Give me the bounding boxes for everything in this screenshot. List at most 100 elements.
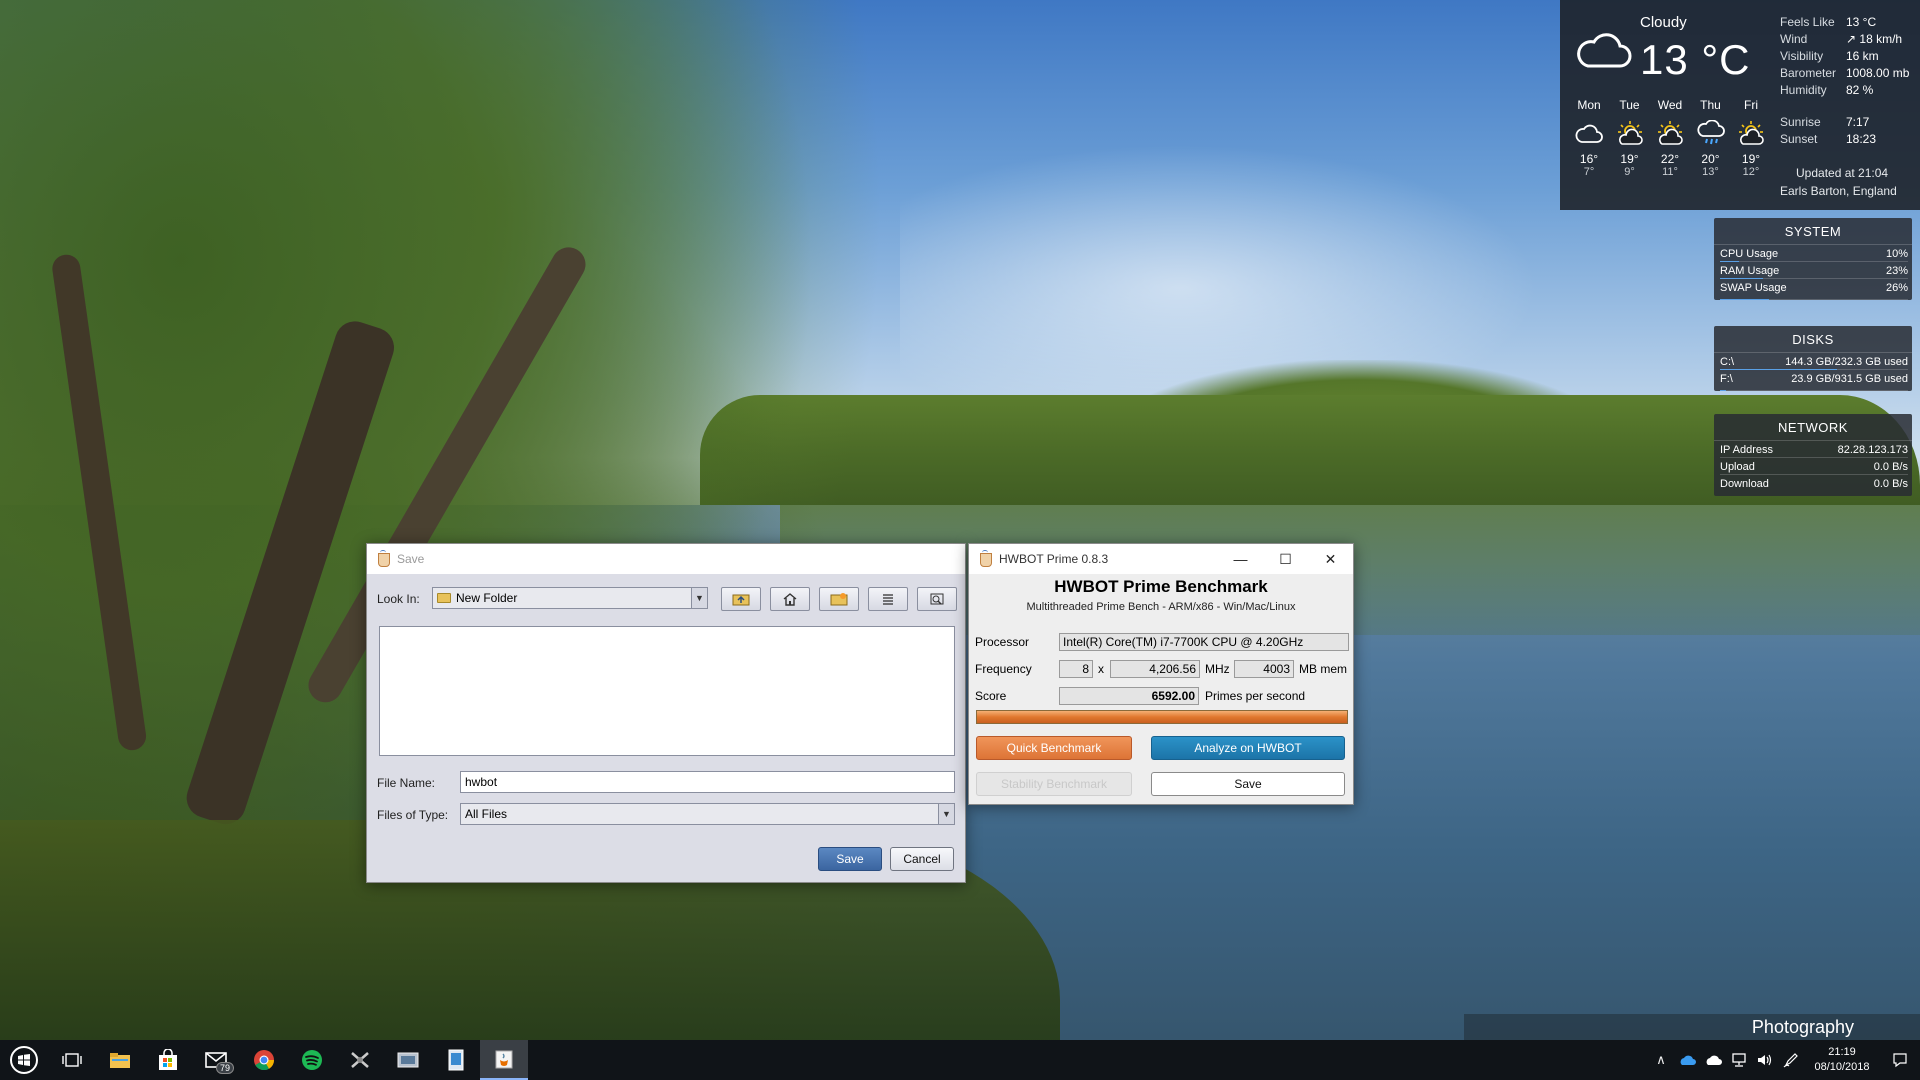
home-icon [783, 593, 797, 606]
java-icon [977, 550, 993, 567]
forecast-day: Tue 19° 9° [1611, 98, 1649, 178]
frequency-label: Frequency [975, 662, 1032, 676]
cores-field: 8 [1059, 660, 1093, 678]
file-name-input[interactable]: hwbot [460, 771, 955, 793]
save-dialog: Save Look In: New Folder ▼ File Name: hw… [366, 543, 966, 883]
sunrise-label: Sunrise [1780, 115, 1821, 129]
folder-icon [437, 593, 451, 603]
save-dialog-titlebar[interactable]: Save [367, 544, 965, 574]
benchmark-progress-bar [976, 710, 1348, 724]
mhz-field: 4,206.56 [1110, 660, 1200, 678]
mem-field: 4003 [1234, 660, 1294, 678]
list-view-button[interactable] [868, 587, 908, 611]
detail-value: 82 % [1846, 83, 1874, 97]
taskbar-app2[interactable] [384, 1040, 432, 1080]
forecast-high: 22° [1660, 152, 1680, 166]
row-value: 0.0 B/s [1873, 461, 1908, 473]
detail-label: Visibility [1780, 49, 1824, 63]
quick-benchmark-button[interactable]: Quick Benchmark [976, 736, 1132, 760]
dropdown-arrow-icon[interactable]: ▼ [691, 588, 707, 608]
taskbar-mail[interactable]: 79 [192, 1040, 240, 1080]
row-value: 0.0 B/s [1873, 478, 1908, 490]
panel-title: DISKS [1714, 326, 1912, 353]
details-view-button[interactable] [917, 587, 957, 611]
wallpaper-caption-text: Photography [1751, 1016, 1854, 1037]
file-list[interactable] [379, 626, 955, 756]
taskbar-app[interactable] [336, 1040, 384, 1080]
network-row: Upload 0.0 B/s [1714, 458, 1912, 475]
files-of-type-combo[interactable]: All Files ▼ [460, 803, 955, 825]
taskbar-spotify[interactable] [288, 1040, 336, 1080]
taskbar-chrome[interactable] [240, 1040, 288, 1080]
system-panel: SYSTEM CPU Usage 10% RAM Usage 23% SWAP Us… [1714, 218, 1912, 300]
cancel-button[interactable]: Cancel [890, 847, 954, 871]
close-icon[interactable]: ✕ [1308, 544, 1353, 574]
analyze-on-hwbot-button[interactable]: Analyze on HWBOT [1151, 736, 1345, 760]
sunrise-value: 7:17 [1846, 115, 1870, 129]
taskbar-java[interactable] [480, 1040, 528, 1080]
home-button[interactable] [770, 587, 810, 611]
taskbar-app3[interactable] [432, 1040, 480, 1080]
file-explorer-icon [110, 1053, 130, 1068]
maximize-icon[interactable]: ☐ [1263, 544, 1308, 574]
score-value: 6592.00 [1151, 689, 1195, 703]
clock-time: 21:19 [1828, 1046, 1856, 1058]
row-label: C:\ [1720, 356, 1735, 368]
file-name-label: File Name: [377, 776, 436, 790]
start-button[interactable] [0, 1040, 48, 1080]
start-icon [10, 1046, 38, 1074]
sun-times: Sunrise 7:17 Sunset 18:23 [1780, 114, 1910, 148]
window-controls: — ☐ ✕ [1218, 544, 1353, 574]
save-button[interactable]: Save [818, 847, 882, 871]
updated-time: Updated at 21:04 [1796, 166, 1889, 180]
chevron-up-icon[interactable]: ∧ [1648, 1040, 1674, 1080]
list-view-icon [883, 594, 893, 605]
forecast-day: Thu 20° 13° [1692, 98, 1730, 178]
mem-unit: MB mem [1299, 662, 1347, 676]
pen-icon[interactable] [1778, 1040, 1804, 1080]
partly-sunny-icon [1617, 121, 1643, 145]
forecast-day-name: Fri [1744, 98, 1758, 112]
forecast-low: 13° [1702, 166, 1719, 178]
task-view-button[interactable] [48, 1040, 96, 1080]
processor-value: Intel(R) Core(TM) i7-7700K CPU @ 4.20GHz [1063, 635, 1304, 649]
disk-row: F:\ 23.9 GB/931.5 GB used [1714, 370, 1912, 391]
new-folder-button[interactable] [819, 587, 859, 611]
weather-location: Earls Barton, England [1780, 184, 1897, 198]
panel-title: NETWORK [1714, 414, 1912, 441]
detail-value: 1008.00 mb [1846, 66, 1910, 80]
wallpaper-clouds [900, 120, 1600, 400]
taskbar-clock[interactable]: 21:19 08/10/2018 [1804, 1045, 1880, 1075]
minimize-icon[interactable]: — [1218, 544, 1263, 574]
mhz-unit: MHz [1205, 662, 1230, 676]
detail-label: Humidity [1780, 83, 1827, 97]
action-center-icon[interactable] [1880, 1040, 1920, 1080]
up-folder-button[interactable] [721, 587, 761, 611]
volume-icon[interactable] [1752, 1040, 1778, 1080]
details-view-icon [930, 593, 944, 605]
network-icon[interactable] [1726, 1040, 1752, 1080]
clock-date: 08/10/2018 [1814, 1061, 1870, 1073]
partly-sunny-icon [1658, 121, 1683, 145]
mail-unread-badge: 79 [215, 1062, 234, 1074]
look-in-combo[interactable]: New Folder ▼ [432, 587, 708, 609]
weather-temperature: 13 °C [1640, 36, 1751, 83]
app3-icon [448, 1049, 464, 1071]
network-panel: NETWORK IP Address 82.28.123.173 Upload 0.… [1714, 414, 1912, 496]
hwbot-save-button[interactable]: Save [1151, 772, 1345, 796]
weather-details: Feels Like 13 °C Wind ↗ 18 km/h Visibility… [1780, 14, 1910, 99]
taskbar-store[interactable] [144, 1040, 192, 1080]
forecast-low: 9° [1624, 166, 1635, 178]
row-label: Download [1720, 478, 1769, 490]
row-label: RAM Usage [1720, 265, 1780, 277]
cloud-icon [1577, 33, 1632, 68]
detail-label: Feels Like [1780, 15, 1835, 29]
row-label: IP Address [1720, 444, 1773, 456]
disk-usage-bar [1720, 390, 1726, 391]
java-icon [495, 1050, 513, 1069]
taskbar-file-explorer[interactable] [96, 1040, 144, 1080]
onedrive-icon[interactable] [1674, 1040, 1700, 1080]
task-view-icon [62, 1053, 82, 1067]
cloud-sync-icon[interactable] [1700, 1040, 1726, 1080]
dropdown-arrow-icon[interactable]: ▼ [938, 804, 954, 824]
